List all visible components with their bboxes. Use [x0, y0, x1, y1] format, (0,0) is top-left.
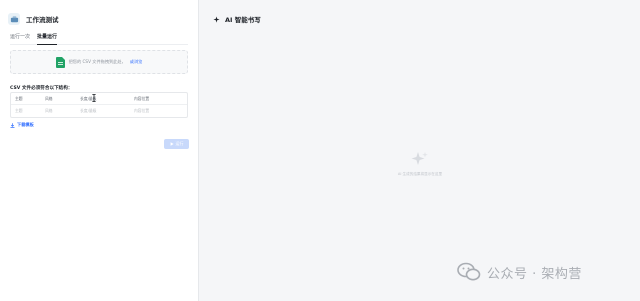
tab-batch-run[interactable]: 批量运行: [37, 33, 58, 45]
wechat-watermark: 公众号 · 架构营: [457, 262, 582, 282]
browse-link[interactable]: 或浏览: [130, 59, 143, 65]
column-header: 内容位置: [134, 95, 150, 101]
csv-structure-table: 主题 风格 长度/量级 内容位置 主题 风格 长度/量级 内容位置: [10, 92, 188, 118]
run-config-panel: 工作流测试 运行一次 批量运行 把您的 CSV 文件拖拽到此处， 或浏览 CSV…: [0, 0, 199, 301]
play-icon: [170, 142, 174, 146]
csv-structure-label: CSV 文件必须符合以下结构：: [10, 86, 73, 91]
table-row: 主题 风格 长度/量级 内容位置: [11, 105, 187, 117]
app-logo-icon: [8, 13, 20, 25]
csv-upload-dropzone[interactable]: 把您的 CSV 文件拖拽到此处， 或浏览: [10, 50, 188, 74]
table-cell: 风格: [45, 108, 53, 113]
table-cell: 内容位置: [134, 108, 150, 113]
empty-state-text: AI 生成的结果将显示在这里: [397, 172, 443, 176]
column-header: 风格: [45, 95, 53, 101]
csv-file-icon: [55, 56, 65, 68]
result-panel-title: AI 智能书写: [225, 16, 261, 24]
table-cell: 主题: [15, 108, 23, 113]
run-button-label: 运行: [175, 141, 184, 146]
download-template-link[interactable]: 下载模板: [10, 122, 34, 128]
app-title: 工作流测试: [26, 16, 59, 24]
table-header-row: 主题 风格 长度/量级 内容位置: [11, 93, 187, 105]
sparkle-icon: [213, 15, 220, 23]
run-mode-tabs: 运行一次 批量运行: [10, 33, 188, 45]
run-button[interactable]: 运行: [164, 139, 189, 149]
empty-state-icon: [411, 151, 429, 171]
wechat-logo-icon: [457, 262, 481, 281]
app-window: 工作流测试 运行一次 批量运行 把您的 CSV 文件拖拽到此处， 或浏览 CSV…: [0, 0, 640, 301]
app-header: 工作流测试: [8, 13, 59, 25]
download-icon: [10, 122, 15, 128]
watermark-text: 公众号 · 架构营: [487, 266, 582, 282]
table-cell: 长度/量级: [80, 108, 97, 113]
upload-hint: 把您的 CSV 文件拖拽到此处，: [68, 59, 126, 64]
download-label: 下载模板: [17, 122, 34, 127]
text-cursor-icon: [92, 94, 96, 104]
result-panel-header: AI 智能书写: [213, 14, 261, 24]
tab-run-once[interactable]: 运行一次: [10, 33, 30, 45]
column-header: 主题: [15, 95, 23, 101]
column-header: 长度/量级: [80, 95, 97, 101]
